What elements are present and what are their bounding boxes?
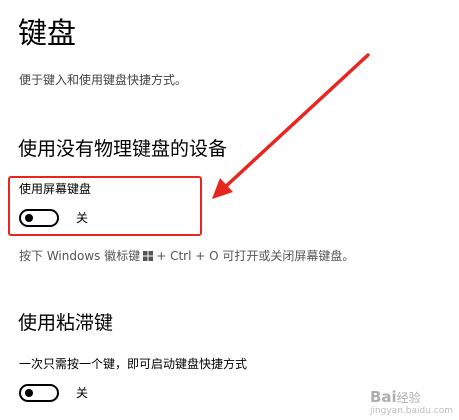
keyboard-settings-page: 键盘 便于键入和使用键盘快捷方式。 使用没有物理键盘的设备 使用屏幕键盘 关 按… bbox=[0, 0, 459, 420]
watermark-url: jingyan.baidu.com bbox=[369, 406, 453, 416]
baidu-watermark: Bai经验 jingyan.baidu.com bbox=[370, 388, 453, 416]
watermark-brand: Bai bbox=[369, 388, 397, 406]
arrow-annotation-icon bbox=[212, 53, 370, 199]
watermark-brand-suffix: 经验 bbox=[396, 391, 421, 405]
